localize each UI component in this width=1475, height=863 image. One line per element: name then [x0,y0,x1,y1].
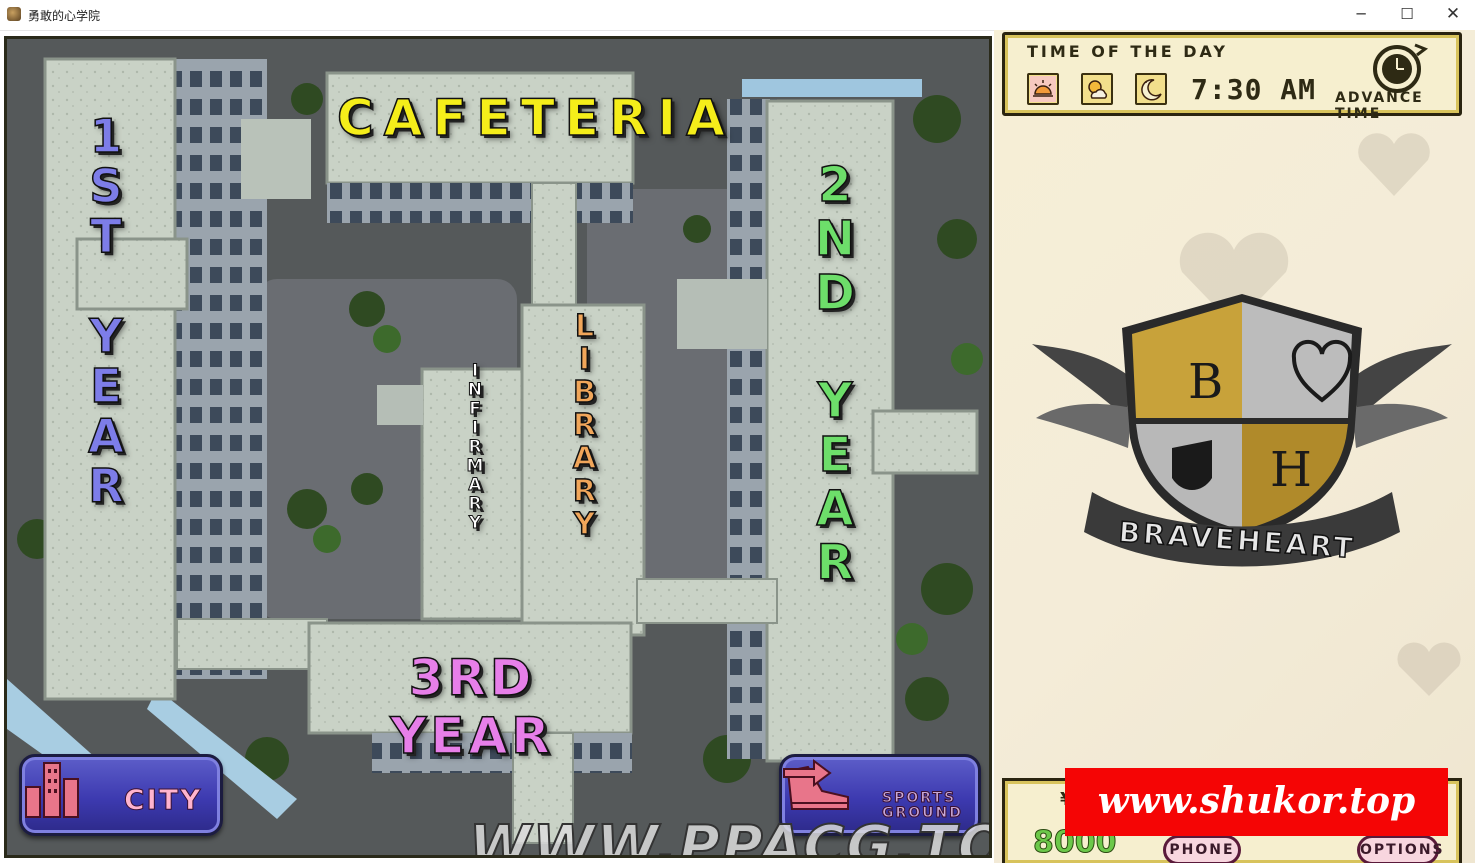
current-time: 7:30 AM [1191,73,1317,106]
app-icon [7,7,21,21]
second-year-building[interactable]: 2ND YEAR [806,156,864,590]
shukor-watermark: www.shukor.top [1065,768,1448,836]
phone-button[interactable]: PHONE [1163,835,1241,863]
window-title: 勇敢的心学院 [28,9,101,23]
time-of-day-panel: TIME OF THE DAY 7:30 AM ADVANCE TIME [1002,32,1462,122]
window-titlebar: 勇敢的心学院 ─ ☐ ✕ [0,0,1475,31]
city-button-label: CITY [123,783,203,817]
city-button[interactable]: CITY [19,754,223,836]
city-buildings-icon [25,762,79,818]
side-panel: TIME OF THE DAY 7:30 AM ADVANCE TIME B H… [994,30,1475,863]
campus-map: CAFETERIA 1ST YEAR 2ND YEAR LIBRARY INFI… [4,36,992,858]
close-button[interactable]: ✕ [1430,0,1475,30]
afternoon-period [1081,73,1113,105]
morning-sun-icon [1030,76,1056,102]
afternoon-sun-cloud-icon [1088,80,1108,99]
cafeteria-location[interactable]: CAFETERIA [336,88,725,148]
morning-period [1027,73,1059,105]
infirmary-location[interactable]: INFIRMARY [465,361,486,533]
night-period [1135,73,1167,105]
library-location[interactable]: LIBRARY [566,308,603,541]
braveheart-crest-logo: B H BRAVEHEART [1032,294,1452,567]
advance-time-clock-icon[interactable] [1363,39,1435,95]
crest-letter-b: B [1188,354,1223,410]
heart-decoration-icon [1358,133,1430,196]
night-moon-icon [1141,79,1162,101]
options-button[interactable]: OPTIONS [1357,835,1443,863]
right-arrow-icon [783,759,832,787]
heart-decoration-icon [1397,642,1461,696]
shield-icon [1172,440,1212,490]
ppacg-watermark: WWW.PPACG.TOP [468,813,989,858]
maximize-button[interactable]: ☐ [1384,0,1430,30]
advance-time-button[interactable]: ADVANCE TIME [1335,90,1459,122]
third-year-building[interactable]: 3RD YEAR [337,648,607,766]
minimize-button[interactable]: ─ [1338,0,1384,30]
first-year-building[interactable]: 1ST YEAR [78,108,134,510]
crest-letter-h: H [1270,442,1312,498]
time-of-day-title: TIME OF THE DAY [1027,42,1228,61]
